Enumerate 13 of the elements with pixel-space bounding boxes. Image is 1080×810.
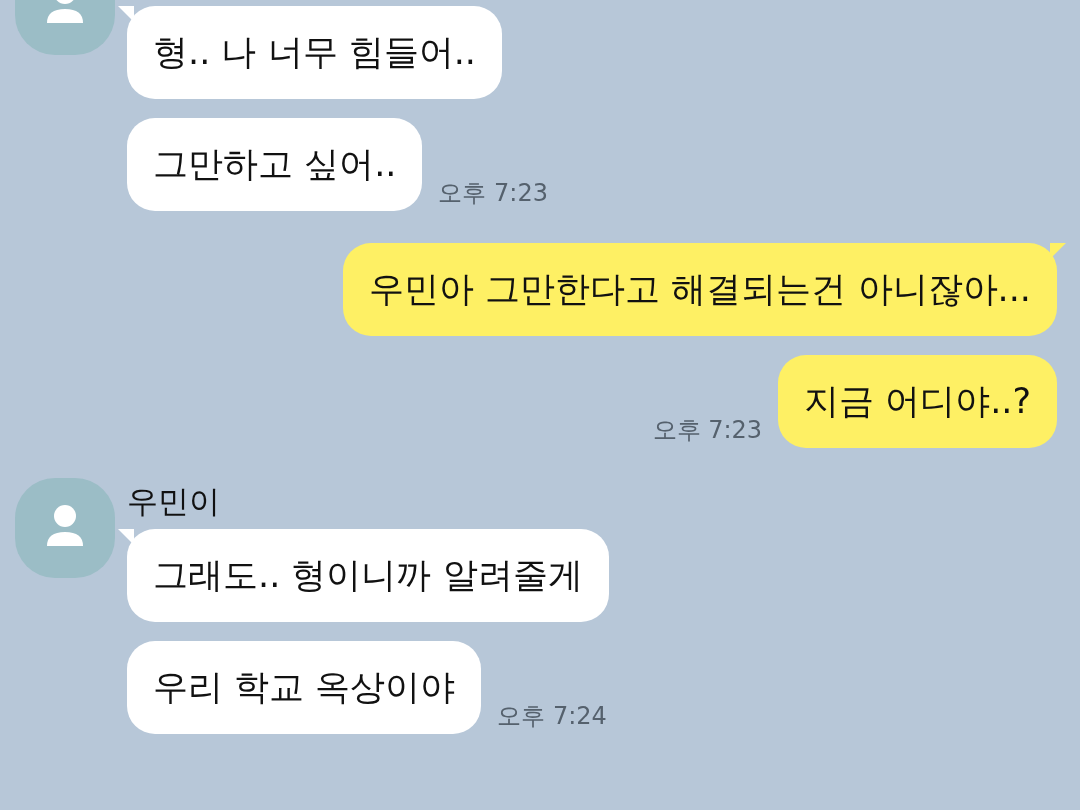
message-bubble: 우민아 그만한다고 해결되는건 아니잖아...	[343, 243, 1057, 336]
timestamp: 오후 7:23	[438, 178, 548, 209]
avatar-icon[interactable]	[15, 478, 115, 578]
timestamp: 오후 7:24	[497, 701, 607, 732]
message-bubble: 우리 학교 옥상이야	[127, 641, 482, 734]
message-bubble: 그래도.. 형이니까 알려줄게	[127, 529, 609, 622]
message-bubble: 그만하고 싶어..	[127, 118, 423, 211]
bubble-tail	[118, 6, 134, 22]
bubble-tail	[118, 529, 134, 545]
message-bubble: 형.. 나 너무 힘들어..	[127, 6, 502, 99]
message-bubble: 지금 어디야..?	[778, 355, 1057, 448]
sender-name: 우민이	[127, 482, 221, 518]
timestamp: 오후 7:23	[652, 415, 763, 446]
